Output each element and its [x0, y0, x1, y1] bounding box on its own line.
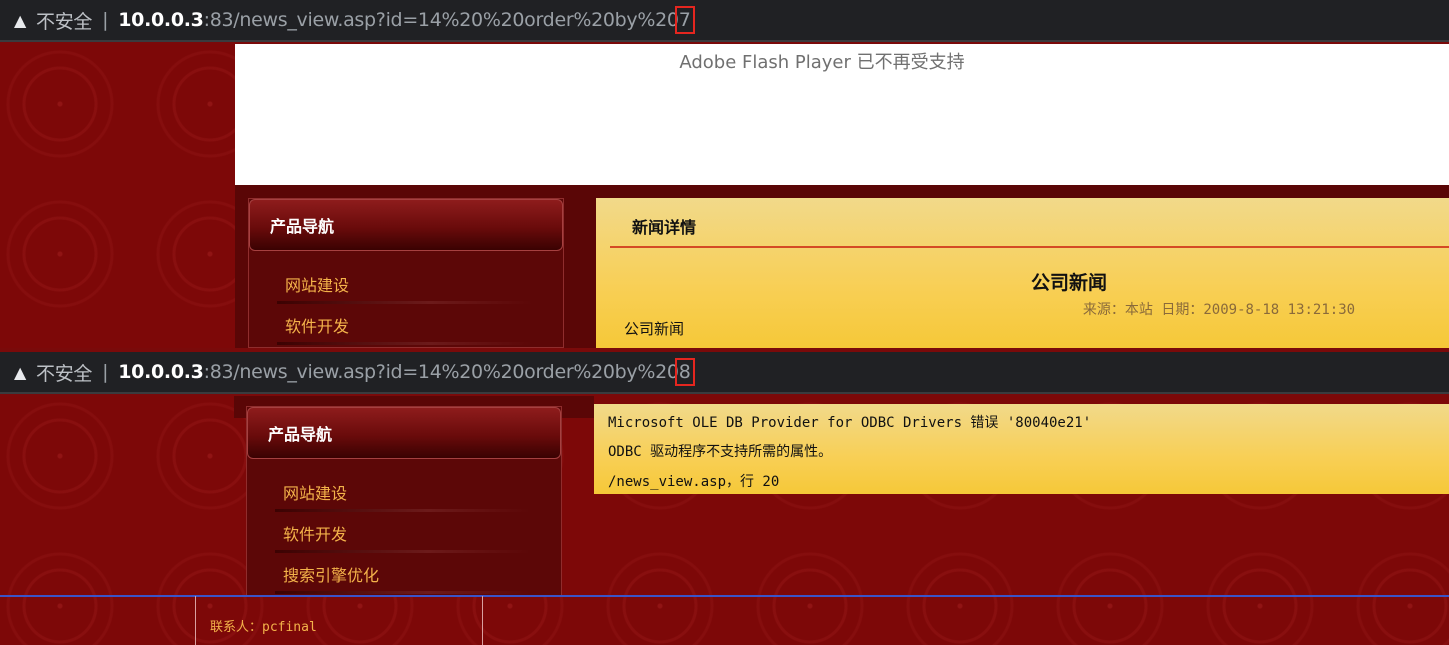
error-panel: Microsoft OLE DB Provider for ODBC Drive… — [594, 404, 1449, 494]
nav-item-seo[interactable]: 搜索引擎优化 — [247, 553, 561, 594]
error-line-2: ODBC 驱动程序不支持所需的属性。 — [608, 444, 833, 460]
warning-triangle-icon[interactable]: ▲ — [14, 11, 26, 30]
nav-item-software-dev[interactable]: 软件开发 — [249, 304, 563, 345]
news-detail-panel: 新闻详情 公司新闻 来源：本站 日期：2009-8-18 13:21:30 公司… — [596, 198, 1449, 348]
url-host[interactable]: 10.0.0.3 — [118, 9, 204, 31]
nav-item-website-build[interactable]: 网站建设 — [247, 471, 561, 512]
insecure-label[interactable]: 不安全 — [36, 359, 92, 386]
footer-contact: 联系人：pcfinal — [210, 620, 317, 635]
news-body: 公司新闻 — [624, 320, 685, 338]
address-bar-top[interactable]: ▲ 不安全 | 10.0.0.3 :83/news_view.asp?id=14… — [0, 0, 1449, 42]
news-detail-header: 新闻详情 — [632, 218, 697, 237]
address-bar-bottom[interactable]: ▲ 不安全 | 10.0.0.3 :83/news_view.asp?id=14… — [0, 352, 1449, 394]
url-host[interactable]: 10.0.0.3 — [118, 361, 204, 383]
nav-item-software-dev[interactable]: 软件开发 — [247, 512, 561, 553]
url-highlighted-digit[interactable]: 8 — [674, 358, 695, 386]
insecure-label[interactable]: 不安全 — [36, 7, 92, 34]
product-nav-title: 产品导航 — [247, 407, 561, 459]
error-line-1: Microsoft OLE DB Provider for ODBC Drive… — [608, 415, 1092, 431]
warning-triangle-icon[interactable]: ▲ — [14, 363, 26, 382]
flash-notice: Adobe Flash Player 已不再受支持 — [679, 52, 965, 73]
url-path[interactable]: :83/news_view.asp?id=14%20%20order%20by%… — [204, 9, 679, 31]
product-nav-title: 产品导航 — [249, 199, 563, 251]
error-line-3: /news_view.asp，行 20 — [608, 474, 780, 490]
url-highlighted-digit[interactable]: 7 — [674, 6, 695, 34]
nav-item-website-build[interactable]: 网站建设 — [249, 263, 563, 304]
separator: | — [102, 361, 109, 383]
news-meta: 来源：本站 日期：2009-8-18 13:21:30 — [1082, 302, 1356, 318]
footer-contact-box: 联系人：pcfinal — [195, 596, 483, 645]
flash-area: Adobe Flash Player 已不再受支持 — [235, 44, 1449, 185]
product-nav-top: 产品导航 网站建设 软件开发 — [248, 198, 564, 348]
header-divider — [610, 246, 1449, 248]
news-title: 公司新闻 — [1030, 272, 1107, 294]
separator: | — [102, 9, 109, 31]
url-path[interactable]: :83/news_view.asp?id=14%20%20order%20by%… — [204, 361, 679, 383]
product-nav-bottom: 产品导航 网站建设 软件开发 搜索引擎优化 — [246, 406, 562, 596]
